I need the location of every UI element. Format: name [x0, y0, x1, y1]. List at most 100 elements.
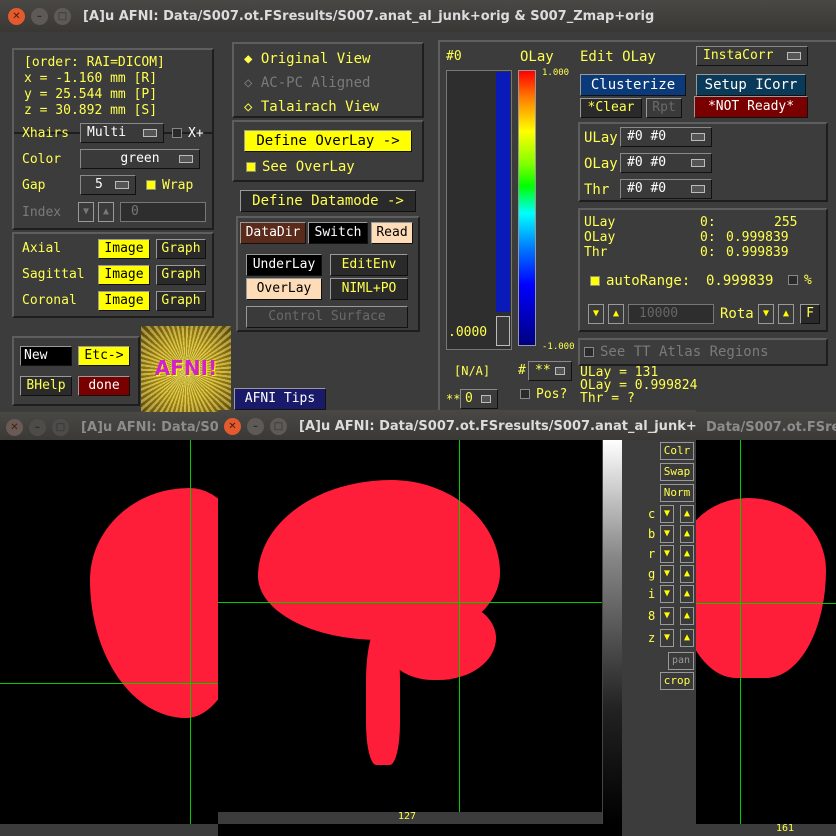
- minimize-icon[interactable]: –: [31, 7, 48, 25]
- read-button[interactable]: Read: [371, 222, 413, 244]
- coronal-graph-button[interactable]: Graph: [156, 291, 206, 311]
- sub-ulay-menu[interactable]: #0 #0: [620, 127, 712, 147]
- autorange-checkbox[interactable]: autoRange:: [590, 272, 690, 290]
- xhairs-menu[interactable]: Multi: [80, 123, 164, 143]
- index-down-arrow-icon[interactable]: ▼: [78, 202, 94, 222]
- r-down-arrow-icon[interactable]: ▼: [660, 545, 674, 563]
- underlay-button[interactable]: UnderLay: [246, 254, 322, 276]
- datadir-button[interactable]: DataDir: [240, 222, 306, 244]
- axial-image-button[interactable]: Image: [98, 239, 150, 259]
- z-up-arrow-icon[interactable]: ▲: [680, 629, 694, 647]
- swap-button[interactable]: Swap: [660, 463, 694, 481]
- strip-label-z: z: [648, 631, 656, 645]
- sagittal-window-titlebar[interactable]: ✕ – □ [A]u AFNI: Data/S007.ot.FSresults/…: [218, 410, 696, 442]
- sagittal-image-button[interactable]: Image: [98, 265, 150, 285]
- acpc-radio[interactable]: ◇ AC-PC Aligned: [244, 74, 370, 92]
- index-up-arrow-icon[interactable]: ▲: [98, 202, 114, 222]
- 8-down-arrow-icon[interactable]: ▼: [660, 607, 674, 625]
- maximize-icon[interactable]: □: [54, 7, 71, 25]
- percent-checkbox[interactable]: %: [788, 272, 812, 290]
- logo-text: AFNI!: [154, 356, 218, 380]
- clear-button[interactable]: *Clear: [580, 98, 642, 118]
- index-label: Index: [22, 205, 62, 220]
- setup-icorr-button[interactable]: Setup ICorr: [696, 74, 806, 96]
- wrap-checkbox[interactable]: Wrap: [146, 177, 193, 195]
- strip-label-b: b: [648, 527, 656, 541]
- colr-button[interactable]: Colr: [660, 442, 694, 460]
- grayscale-bar[interactable]: [602, 440, 622, 824]
- afni-logo[interactable]: AFNI!: [141, 326, 231, 416]
- sagittal-graph-button[interactable]: Graph: [156, 265, 206, 285]
- checkbox-icon: [146, 180, 156, 190]
- r-up-arrow-icon[interactable]: ▲: [680, 545, 694, 563]
- close-icon[interactable]: ✕: [8, 7, 25, 25]
- pbar-count-menu[interactable]: **: [528, 361, 572, 381]
- clusterize-button[interactable]: Clusterize: [580, 74, 686, 96]
- minimize-icon[interactable]: –: [29, 418, 46, 436]
- original-view-radio[interactable]: ◆ Original View: [244, 50, 370, 68]
- sub-thr-menu[interactable]: #0 #0: [620, 179, 712, 199]
- colorbar-top-tick: 1.000: [542, 68, 570, 78]
- nimlpo-button[interactable]: NIML+PO: [330, 278, 408, 300]
- hash-label: #: [518, 363, 526, 378]
- rota-up-arrow-icon[interactable]: ▲: [778, 304, 794, 324]
- xplus-checkbox[interactable]: X+: [172, 125, 204, 143]
- pan-button[interactable]: pan: [668, 652, 694, 670]
- i-down-arrow-icon[interactable]: ▼: [660, 585, 674, 603]
- color-scale-bar[interactable]: [518, 70, 536, 346]
- done-button[interactable]: done: [78, 376, 130, 396]
- range-field[interactable]: 10000: [628, 304, 714, 324]
- pos-checkbox[interactable]: Pos?: [520, 386, 567, 404]
- main-window-titlebar[interactable]: ✕ – □ [A]u AFNI: Data/S007.ot.FSresults/…: [0, 0, 836, 32]
- new-button[interactable]: New: [20, 346, 72, 366]
- range-down-arrow-icon[interactable]: ▼: [588, 304, 604, 324]
- b-down-arrow-icon[interactable]: ▼: [660, 525, 674, 543]
- axial-graph-button[interactable]: Graph: [156, 239, 206, 259]
- editenv-button[interactable]: EditEnv: [330, 254, 408, 276]
- c-up-arrow-icon[interactable]: ▲: [680, 505, 694, 523]
- afni-tips-button[interactable]: AFNI Tips: [234, 388, 326, 410]
- maximize-icon[interactable]: □: [52, 418, 69, 436]
- g-down-arrow-icon[interactable]: ▼: [660, 565, 674, 583]
- sub-olay-menu[interactable]: #0 #0: [620, 153, 712, 173]
- norm-button[interactable]: Norm: [660, 484, 694, 502]
- g-up-arrow-icon[interactable]: ▲: [680, 565, 694, 583]
- rota-down-arrow-icon[interactable]: ▼: [758, 304, 774, 324]
- define-overlay-button[interactable]: Define OverLay ->: [244, 130, 412, 152]
- color-menu[interactable]: green: [80, 149, 200, 169]
- index-field[interactable]: 0: [120, 202, 206, 222]
- range-up-arrow-icon[interactable]: ▲: [608, 304, 624, 324]
- i-up-arrow-icon[interactable]: ▲: [680, 585, 694, 603]
- talairach-radio[interactable]: ◇ Talairach View: [244, 98, 379, 116]
- f-button[interactable]: F: [800, 304, 820, 324]
- b-up-arrow-icon[interactable]: ▲: [680, 525, 694, 543]
- close-icon[interactable]: ✕: [224, 417, 241, 435]
- crop-button[interactable]: crop: [660, 672, 694, 690]
- see-overlay-checkbox[interactable]: See OverLay: [246, 158, 355, 176]
- maximize-icon[interactable]: □: [270, 417, 287, 435]
- coronal-image-view[interactable]: 10: [0, 440, 250, 836]
- gap-menu[interactable]: 5: [80, 175, 136, 195]
- axial-image-view[interactable]: [676, 440, 836, 836]
- 8-up-arrow-icon[interactable]: ▲: [680, 607, 694, 625]
- coronal-label: Coronal: [22, 293, 77, 308]
- zero-menu[interactable]: 0: [460, 389, 498, 409]
- etc-button[interactable]: Etc->: [78, 346, 130, 366]
- autorange-value: 0.999839: [706, 273, 774, 289]
- coronal-image-button[interactable]: Image: [98, 291, 150, 311]
- z-down-arrow-icon[interactable]: ▼: [660, 629, 674, 647]
- switch-button[interactable]: Switch: [308, 222, 368, 244]
- atlas-checkbox[interactable]: See TT Atlas Regions: [584, 343, 769, 361]
- overlay-button[interactable]: OverLay: [246, 278, 322, 300]
- c-down-arrow-icon[interactable]: ▼: [660, 505, 674, 523]
- minimize-icon[interactable]: –: [247, 417, 264, 435]
- threshold-slider-handle[interactable]: [496, 316, 510, 346]
- instacorr-menu[interactable]: InstaCorr: [696, 46, 808, 66]
- rpt-button[interactable]: Rpt: [646, 98, 682, 118]
- close-icon[interactable]: ✕: [6, 418, 23, 436]
- sagittal-image-view[interactable]: 127: [218, 440, 602, 824]
- bhelp-button[interactable]: BHelp: [20, 376, 72, 396]
- crosshair-vertical: [459, 440, 460, 812]
- define-datamode-button[interactable]: Define Datamode ->: [240, 190, 416, 212]
- control-surface-button[interactable]: Control Surface: [246, 306, 408, 328]
